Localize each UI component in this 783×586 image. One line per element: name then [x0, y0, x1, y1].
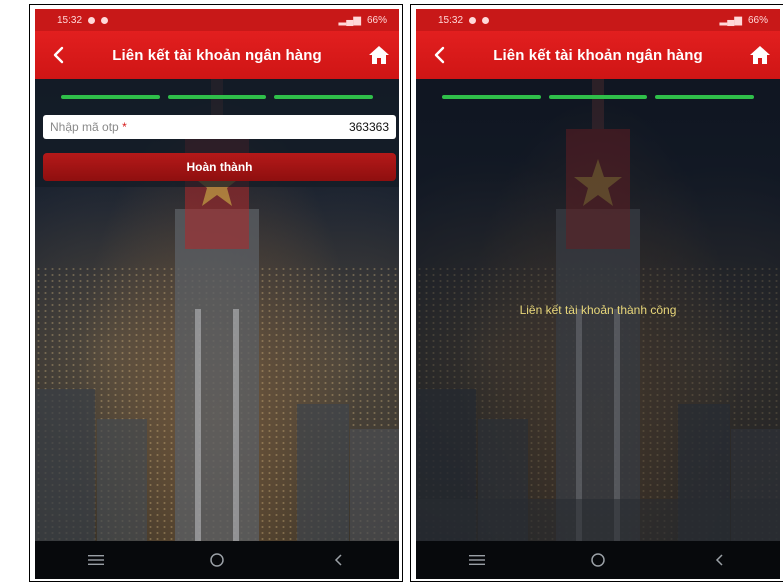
chevron-left-icon[interactable] [45, 41, 73, 69]
page-title: Liên kết tài khoản ngân hàng [112, 46, 322, 64]
success-message: Liên kết tài khoản thành công [519, 303, 677, 317]
status-time: 15:32 [57, 14, 83, 26]
otp-placeholder: Nhập mã otp [50, 120, 119, 134]
bottom-sheet-shadow [416, 499, 780, 541]
app-bar: Liên kết tài khoản ngân hàng [416, 31, 780, 79]
otp-placeholder-wrap: Nhập mã otp * [50, 120, 127, 134]
step-1-indicator [61, 95, 160, 99]
status-bar: 15:32 ▂▄▆ 66% [416, 9, 780, 31]
battery-level: 66% [747, 14, 768, 26]
step-1-indicator [442, 95, 541, 99]
messenger-icon [88, 16, 96, 24]
step-3-indicator [655, 95, 755, 99]
system-nav-bar [35, 541, 399, 579]
step-3-indicator [274, 95, 374, 99]
app-bar: Liên kết tài khoản ngân hàng [35, 31, 399, 79]
step-2-indicator [167, 95, 267, 99]
menu-icon[interactable] [76, 546, 116, 574]
screenshot-panel-otp: 15:32 ▂▄▆ 66% Liên kết tài khoản ngân hà… [29, 4, 403, 582]
notification-icon [482, 16, 490, 24]
complete-button[interactable]: Hoàn thành [43, 153, 396, 181]
home-icon[interactable] [748, 43, 772, 67]
home-icon[interactable] [367, 43, 391, 67]
back-icon[interactable] [699, 546, 739, 574]
otp-value: 363363 [348, 120, 389, 134]
step-2-indicator [548, 95, 648, 99]
notification-icon [101, 16, 109, 24]
signal-icon: ▂▄▆ [338, 14, 361, 26]
required-mark: * [122, 120, 127, 134]
circle-icon[interactable] [578, 546, 618, 574]
back-icon[interactable] [318, 546, 358, 574]
step-progress [61, 95, 374, 99]
chevron-left-icon[interactable] [426, 41, 454, 69]
status-bar: 15:32 ▂▄▆ 66% [35, 9, 399, 31]
phone-screen-otp: 15:32 ▂▄▆ 66% Liên kết tài khoản ngân hà… [35, 9, 399, 579]
battery-level: 66% [366, 14, 387, 26]
screenshot-panel-success: 15:32 ▂▄▆ 66% Liên kết tài khoản ngân hà… [410, 4, 783, 582]
page-title: Liên kết tài khoản ngân hàng [493, 46, 703, 64]
messenger-icon [469, 16, 477, 24]
circle-icon[interactable] [197, 546, 237, 574]
status-time: 15:32 [438, 14, 464, 26]
otp-input[interactable]: Nhập mã otp * 363363 [43, 115, 396, 139]
step-progress [442, 95, 755, 99]
signal-icon: ▂▄▆ [719, 14, 742, 26]
system-nav-bar [416, 541, 780, 579]
phone-screen-success: 15:32 ▂▄▆ 66% Liên kết tài khoản ngân hà… [416, 9, 780, 579]
menu-icon[interactable] [457, 546, 497, 574]
